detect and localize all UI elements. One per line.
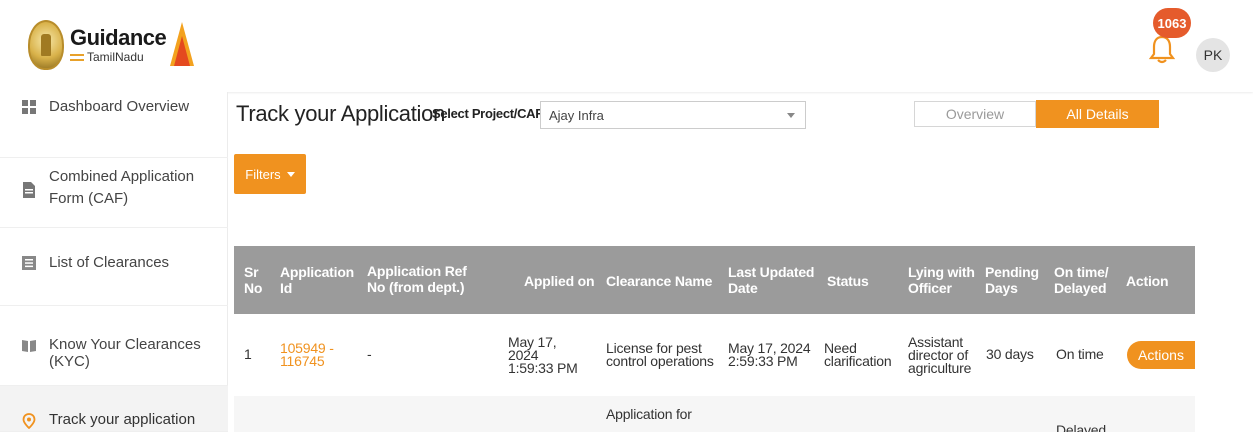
logo-brand: Guidance [70,25,167,50]
book-icon [22,340,36,352]
cell-on-time: Delayed [1056,422,1106,432]
top-header: Guidance TamilNadu 1063 PK [0,0,1253,92]
cell-last-updated: May 17, 2024 2:59:33 PM [728,340,811,369]
logo-flame-icon [170,22,195,68]
th-application-ref-no: Application Ref No (from dept.) [367,263,467,295]
th-applied-on: Applied on [524,273,595,289]
list-icon [22,256,36,270]
sidebar-item-label: Track your application [49,411,196,428]
th-action: Action [1126,273,1169,289]
cell-applied-on: May 17, 2024 1:59:33 PM [508,334,578,376]
logo-lines-icon [70,53,84,61]
sidebar-item-dashboard-overview[interactable]: Dashboard Overview [0,92,228,158]
user-avatar[interactable]: PK [1196,38,1230,72]
cell-clearance-name: License for pest control operations [606,340,714,369]
th-status: Status [827,273,869,289]
guidance-logo[interactable]: Guidance TamilNadu [28,20,195,70]
th-clearance-name: Clearance Name [606,273,713,289]
grid-icon [22,100,36,114]
cell-clearance-name: Application for [606,406,692,422]
cell-sr-no: 1 [244,346,252,362]
cell-ref-no: - [367,346,372,362]
sidebar-item-label: List of Clearances [49,254,170,271]
table-header: Sr No Application Id Application Ref No (fr… [234,246,1195,314]
page: Guidance TamilNadu 1063 PK Dashboard Ove [0,0,1253,432]
actions-button[interactable]: Actions [1127,341,1195,369]
chevron-down-icon [787,113,795,118]
project-select[interactable]: Ajay Infra [540,101,806,129]
filters-label: Filters [245,166,281,182]
cell-pending-days: 30 days [986,346,1034,362]
filters-button[interactable]: Filters [234,154,306,194]
caret-down-icon [286,171,295,177]
th-last-updated: Last Updated Date [728,264,815,296]
logo-subtitle: TamilNadu [87,50,144,64]
sidebar-item-label: Combined Application Form (CAF) [49,168,195,207]
document-icon [23,182,35,198]
sidebar-item-kyc[interactable]: Know Your Clearances (KYC) [0,306,228,386]
sidebar-item-track-application[interactable]: Track your application [0,386,228,432]
th-lying-with-officer: Lying with Officer [908,264,975,296]
location-pin-icon [22,413,36,429]
sidebar-item-label: Know Your Clearances (KYC) [49,336,201,370]
table-row: 1 105949 -116745 - May 17, 2024 1:59:33 PM… [234,314,1195,396]
th-on-time-delayed: On time/Delayed [1054,264,1109,296]
cell-status: Need clarification [824,340,892,369]
sidebar-item-caf[interactable]: Combined Application Form (CAF) [0,158,228,228]
tab-overview[interactable]: Overview [914,101,1036,127]
application-id-link[interactable]: 105949 -116745 [280,341,334,368]
th-pending-days: Pending Days [985,264,1039,296]
table-row: Application for Delayed [234,396,1195,432]
project-select-value: Ajay Infra [549,108,604,123]
page-title: Track your Application [236,101,446,126]
sidebar-item-list-of-clearances[interactable]: List of Clearances [0,228,228,306]
cell-on-time: On time [1056,346,1104,362]
select-project-label: Select Project/CAF [432,106,543,121]
sidebar: Dashboard Overview Combined Application … [0,92,228,432]
cell-lying-with: Assistant director of agriculture [908,334,972,376]
th-sr-no: Sr No [244,264,263,296]
tab-all-details[interactable]: All Details [1036,100,1159,128]
bell-icon[interactable] [1148,34,1176,64]
notification-badge[interactable]: 1063 [1153,8,1191,38]
sidebar-item-label: Dashboard Overview [49,98,190,115]
th-application-id: Application Id [280,264,355,296]
state-emblem-icon [28,20,64,70]
